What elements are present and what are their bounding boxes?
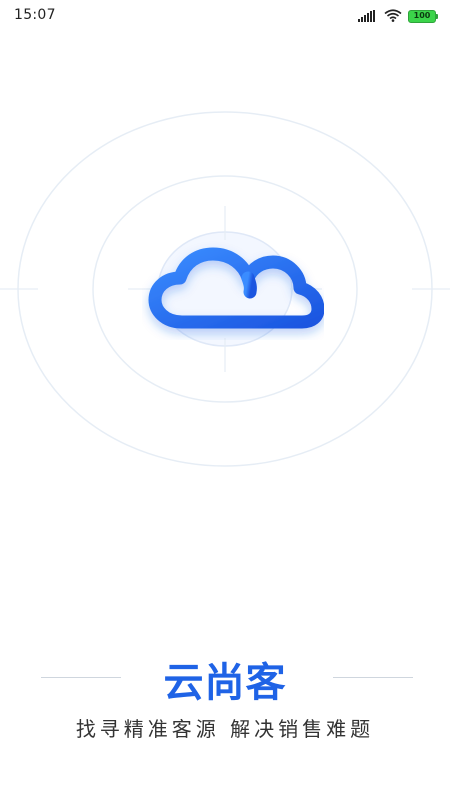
cloud-logo-icon: [148, 247, 324, 329]
app-name: 云尚客: [163, 660, 287, 706]
slogan: 找寻精准客源 解决销售难题: [75, 717, 375, 741]
brand-area: 云尚客: [0, 636, 450, 706]
